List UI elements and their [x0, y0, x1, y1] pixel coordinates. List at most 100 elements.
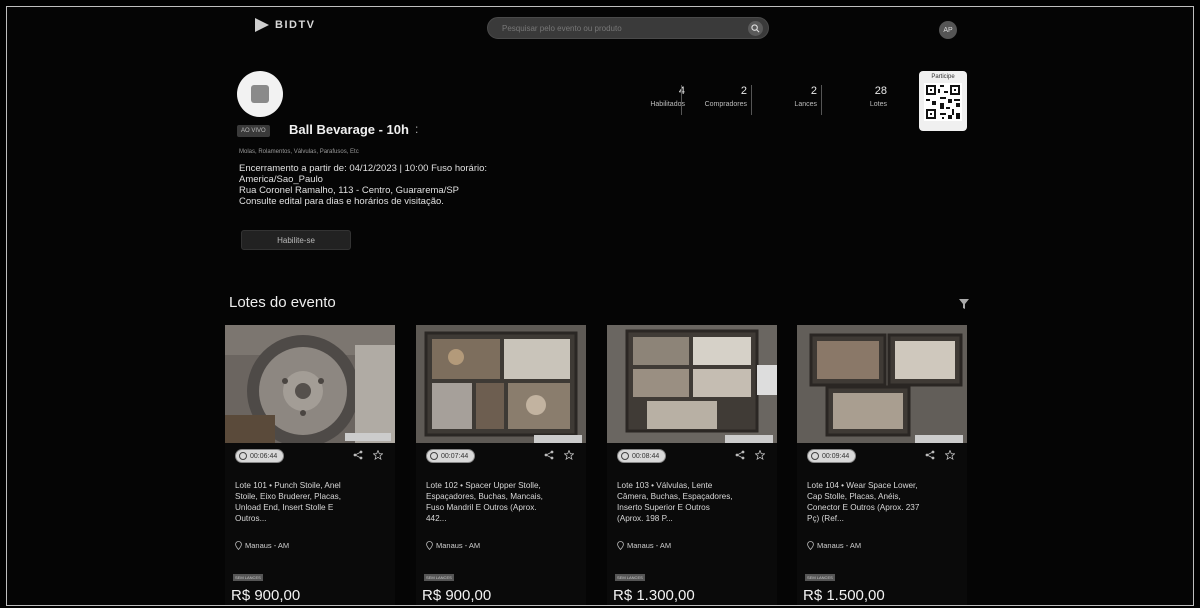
lot-title-line: Lote 104 • Wear Space Lower, [807, 481, 918, 490]
card-actions [353, 450, 383, 460]
filter-icon[interactable] [959, 299, 969, 309]
app-frame: BIDTV AP AO VIVO Ball Bevarage - 10h : M… [6, 6, 1194, 606]
event-info-line: Consulte edital para dias e horários de … [239, 196, 444, 207]
lot-card[interactable]: 00:07:44 Lote 102 • Spacer Upper Stolle,… [416, 325, 586, 605]
location-text: Manaus - AM [436, 541, 481, 550]
timer-text: 00:08:44 [632, 452, 660, 460]
lot-location: Manaus - AM [617, 541, 671, 550]
clock-icon [239, 452, 247, 460]
clock-icon [621, 452, 629, 460]
stat-divider [821, 85, 822, 115]
event-info: Encerramento a partir de: 04/12/2023 | 1… [239, 163, 549, 207]
lot-price: R$ 900,00 [422, 587, 492, 604]
stat-compradores: 2 Compradores [687, 85, 747, 108]
stat-value: 28 [874, 85, 887, 97]
lot-card[interactable]: 00:06:44 Lote 101 • Punch Stoile, Anel S… [225, 325, 395, 605]
lot-title-line: Cap Stolle, Placas, Anéis, [807, 492, 901, 501]
share-icon[interactable] [544, 450, 554, 460]
card-actions [544, 450, 574, 460]
search-icon [751, 24, 760, 33]
section-title: Lotes do evento [229, 294, 336, 311]
countdown-timer: 00:07:44 [426, 449, 476, 463]
company-logo-icon [251, 85, 269, 103]
lot-price: R$ 1.500,00 [803, 587, 885, 604]
stat-value: 2 [810, 85, 817, 97]
lot-location: Manaus - AM [807, 541, 861, 550]
lot-title-line: (Aprox. 198 P... [617, 514, 673, 523]
stat-value: 2 [740, 85, 747, 97]
share-icon[interactable] [353, 450, 363, 460]
lot-title-line: 442... [426, 514, 447, 523]
event-info-line: Rua Coronel Ramalho, 113 - Centro, Guara… [239, 185, 460, 196]
lot-title-line: Outros... [235, 514, 267, 523]
search-button[interactable] [748, 21, 763, 36]
bidtv-logo[interactable]: BIDTV [255, 18, 316, 32]
event-title: Ball Bevarage - 10h [289, 122, 409, 137]
lot-photo[interactable] [797, 325, 967, 443]
lot-title[interactable]: Lote 103 • Válvulas, Lente Câmera, Bucha… [617, 480, 769, 524]
timer-text: 00:06:44 [250, 452, 278, 460]
lot-title[interactable]: Lote 102 • Spacer Upper Stolle, Espaçado… [426, 480, 578, 524]
lot-title-line: Fuso Mandril E Outros (Aprox. [426, 503, 537, 512]
share-icon[interactable] [735, 450, 745, 460]
lot-title-line: Lote 101 • Punch Stoile, Anel [235, 481, 341, 490]
more-options-icon[interactable]: : [415, 122, 418, 136]
user-avatar[interactable]: AP [939, 21, 957, 39]
lot-photo[interactable] [416, 325, 586, 443]
lot-photo[interactable] [607, 325, 777, 443]
lot-photo-image [225, 325, 395, 443]
lot-title[interactable]: Lote 104 • Wear Space Lower, Cap Stolle,… [807, 480, 959, 524]
participate-qr-card[interactable]: Participe [919, 71, 967, 131]
countdown-timer: 00:06:44 [235, 449, 285, 463]
search-bar [487, 17, 769, 39]
star-icon[interactable] [945, 450, 955, 460]
location-pin-icon [617, 541, 624, 550]
habilite-se-button[interactable]: Habilite-se [241, 230, 351, 250]
location-pin-icon [426, 541, 433, 550]
stat-label: Lances [794, 101, 817, 108]
lot-photo-image [607, 325, 777, 443]
lot-status-badge: SEM LANCES [615, 574, 645, 581]
qr-label: Participe [931, 74, 955, 80]
stat-value: 4 [647, 85, 685, 97]
countdown-timer: 00:08:44 [617, 449, 667, 463]
lot-price: R$ 1.300,00 [613, 587, 695, 604]
lot-title-line: Lote 103 • Válvulas, Lente [617, 481, 713, 490]
lot-card[interactable]: 00:08:44 Lote 103 • Válvulas, Lente Câme… [607, 325, 777, 605]
lot-title-line: Lote 102 • Spacer Upper Stolle, [426, 481, 541, 490]
clock-icon [430, 452, 438, 460]
lot-status-badge: SEM LANCES [424, 574, 454, 581]
search-input[interactable] [488, 18, 768, 39]
lot-title-line: Conector E Outros (Aprox. 237 [807, 503, 920, 512]
clock-icon [811, 452, 819, 460]
lot-location: Manaus - AM [235, 541, 289, 550]
star-icon[interactable] [373, 450, 383, 460]
lot-title-line: Espaçadores, Buchas, Mancais, [426, 492, 543, 501]
stat-lances: 2 Lances [777, 85, 817, 108]
stat-label: Compradores [704, 101, 747, 108]
stat-divider [681, 85, 682, 115]
countdown-timer: 00:09:44 [807, 449, 857, 463]
timer-text: 00:09:44 [822, 452, 850, 460]
live-badge: AO VIVO [237, 125, 270, 137]
location-pin-icon [807, 541, 814, 550]
event-subtitle: Molas, Rolamentos, Válvulas, Parafusos, … [239, 149, 359, 155]
timer-text: 00:07:44 [441, 452, 469, 460]
stat-label: Lotes [869, 101, 887, 108]
lot-title-line: Inserto Superior E Outros [617, 503, 710, 512]
lot-title-line: Câmera, Buchas, Espaçadores, [617, 492, 733, 501]
lot-title[interactable]: Lote 101 • Punch Stoile, Anel Stoile, Ei… [235, 480, 387, 524]
stat-habilitados: 4 Habilitados [647, 85, 685, 108]
lot-price: R$ 900,00 [231, 587, 301, 604]
location-text: Manaus - AM [627, 541, 672, 550]
star-icon[interactable] [564, 450, 574, 460]
lot-location: Manaus - AM [426, 541, 480, 550]
lot-card[interactable]: 00:09:44 Lote 104 • Wear Space Lower, Ca… [797, 325, 967, 605]
lot-photo-image [797, 325, 967, 443]
lot-title-line: Pç) (Ref... [807, 514, 844, 523]
star-icon[interactable] [755, 450, 765, 460]
card-actions [735, 450, 765, 460]
lot-photo[interactable] [225, 325, 395, 443]
share-icon[interactable] [925, 450, 935, 460]
stat-label: Habilitados [650, 101, 685, 108]
